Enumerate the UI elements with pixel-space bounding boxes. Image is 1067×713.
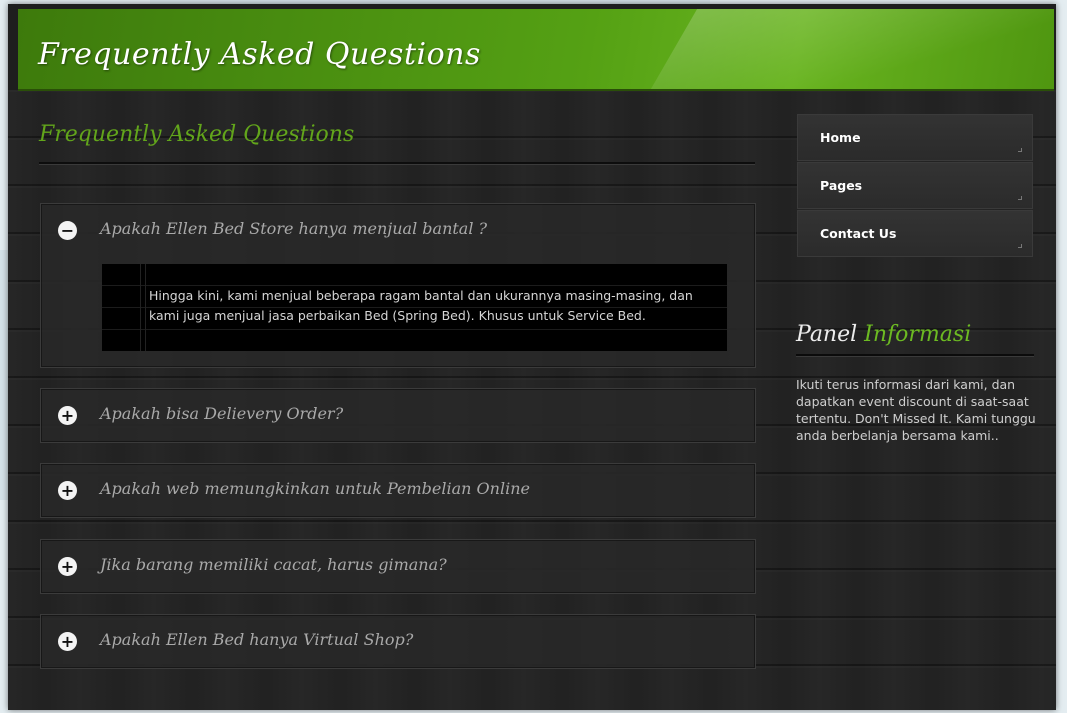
plus-circle-icon[interactable]: + [58, 557, 77, 576]
panel-text: Ikuti terus informasi dari kami, dan dap… [796, 377, 1036, 443]
faq-question[interactable]: Jika barang memiliki cacat, harus gimana… [100, 555, 447, 574]
panel-title-accent: Informasi [864, 322, 972, 347]
chevron-icon [1018, 244, 1022, 248]
nav-item-contact-us[interactable]: Contact Us [797, 210, 1033, 257]
faq-item: + Jika barang memiliki cacat, harus gima… [40, 539, 756, 594]
faq-question-toggle[interactable]: + Jika barang memiliki cacat, harus gima… [41, 540, 755, 593]
chevron-icon [1018, 196, 1022, 200]
nav-label[interactable]: Pages [820, 178, 862, 193]
heading-divider [39, 162, 755, 165]
minus-circle-icon[interactable]: − [58, 221, 77, 240]
faq-item: − Apakah Ellen Bed Store hanya menjual b… [40, 203, 756, 368]
nav-item-home[interactable]: Home [797, 114, 1033, 161]
faq-question[interactable]: Apakah Ellen Bed hanya Virtual Shop? [100, 630, 413, 649]
sidebar-nav: Home Pages Contact Us [797, 114, 1033, 258]
panel-divider [796, 354, 1034, 357]
header-title: Frequently Asked Questions [38, 37, 481, 72]
chevron-icon [1018, 148, 1022, 152]
faq-question-toggle[interactable]: + Apakah web memungkinkan untuk Pembelia… [41, 464, 755, 517]
faq-question-toggle[interactable]: + Apakah bisa Delievery Order? [41, 389, 755, 442]
faq-question-toggle[interactable]: − Apakah Ellen Bed Store hanya menjual b… [41, 204, 755, 257]
faq-question[interactable]: Apakah bisa Delievery Order? [100, 404, 343, 423]
faq-item: + Apakah Ellen Bed hanya Virtual Shop? [40, 614, 756, 669]
nav-item-pages[interactable]: Pages [797, 162, 1033, 209]
page-frame: Frequently Asked Questions Frequently As… [8, 4, 1056, 710]
nav-label[interactable]: Contact Us [820, 226, 896, 241]
plus-circle-icon[interactable]: + [58, 632, 77, 651]
panel-title-plain: Panel [796, 322, 858, 347]
site-header: Frequently Asked Questions [18, 9, 1054, 91]
faq-question[interactable]: Apakah Ellen Bed Store hanya menjual ban… [100, 219, 487, 238]
faq-question[interactable]: Apakah web memungkinkan untuk Pembelian … [100, 479, 530, 498]
plus-circle-icon[interactable]: + [58, 481, 77, 500]
faq-answer: Hingga kini, kami menjual beberapa ragam… [149, 288, 693, 323]
faq-question-toggle[interactable]: + Apakah Ellen Bed hanya Virtual Shop? [41, 615, 755, 668]
faq-answer-panel: Hingga kini, kami menjual beberapa ragam… [102, 264, 727, 351]
panel-title: Panel Informasi [796, 322, 971, 347]
nav-label[interactable]: Home [820, 130, 861, 145]
faq-item: + Apakah bisa Delievery Order? [40, 388, 756, 443]
faq-item: + Apakah web memungkinkan untuk Pembelia… [40, 463, 756, 518]
plus-circle-icon[interactable]: + [58, 406, 77, 425]
page-title: Frequently Asked Questions [39, 122, 355, 147]
